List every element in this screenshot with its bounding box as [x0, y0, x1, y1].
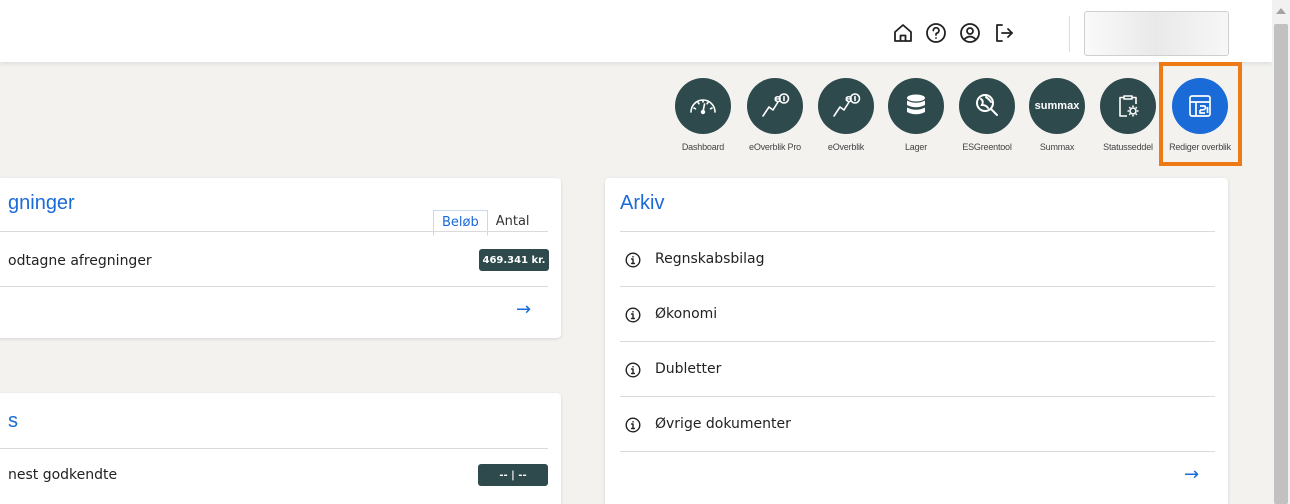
- app-eoverblik[interactable]: e eOverblik: [811, 78, 881, 152]
- app-summax[interactable]: summax Summax: [1022, 78, 1092, 152]
- info-icon: [625, 307, 641, 323]
- row-label: odtagne afregninger: [8, 253, 152, 269]
- database-icon: [888, 78, 944, 134]
- logout-icon[interactable]: [993, 22, 1015, 44]
- app-label: eOverblik Pro: [749, 142, 801, 152]
- divider: [620, 396, 1215, 397]
- app-label: Lager: [904, 142, 928, 152]
- value-badge: -- | --: [478, 464, 548, 486]
- list-item-label: Økonomi: [655, 306, 718, 322]
- app-lager[interactable]: Lager: [881, 78, 951, 152]
- card-title: s: [8, 410, 18, 432]
- divider: [0, 448, 548, 449]
- scroll-up-arrow[interactable]: [1276, 8, 1286, 14]
- app-label: ESGreentool: [962, 142, 1012, 152]
- help-icon[interactable]: [925, 22, 947, 44]
- divider: [620, 451, 1215, 452]
- globe-search-icon: [959, 78, 1015, 134]
- tab-group: Beløb Antal: [433, 210, 538, 236]
- svg-text:e: e: [774, 92, 781, 105]
- info-icon: [625, 252, 641, 268]
- amount-badge: 469.341 kr.: [479, 249, 549, 271]
- top-bar: [0, 0, 1272, 62]
- topbar-divider: [1069, 16, 1070, 52]
- app-eoverblik-pro[interactable]: e eOverblik Pro: [740, 78, 810, 152]
- divider: [0, 231, 548, 232]
- info-icon: [625, 417, 641, 433]
- svg-text:e: e: [845, 92, 852, 105]
- divider: [620, 286, 1215, 287]
- divider: [620, 341, 1215, 342]
- account-selector[interactable]: [1084, 11, 1229, 56]
- app-label: Statusseddel: [1103, 142, 1153, 152]
- user-icon[interactable]: [959, 22, 981, 44]
- home-icon[interactable]: [892, 22, 914, 44]
- list-item-label: Dubletter: [655, 361, 722, 377]
- divider: [620, 231, 1215, 232]
- app-label: Dashboard: [681, 142, 725, 152]
- app-statusseddel[interactable]: Statusseddel: [1093, 78, 1163, 152]
- app-label: Summax: [1039, 142, 1075, 152]
- highlight-box: [1159, 62, 1242, 166]
- info-icon: [625, 362, 641, 378]
- eoverblik-pro-icon: e: [747, 78, 803, 134]
- scrollbar[interactable]: [1272, 0, 1290, 504]
- tab-antal[interactable]: Antal: [488, 210, 538, 236]
- list-item-label: Regnskabsbilag: [655, 251, 765, 267]
- card-title: Arkiv: [620, 192, 665, 214]
- eoverblik-icon: e: [818, 78, 874, 134]
- summax-logo: summax: [1029, 78, 1085, 134]
- clipboard-gear-icon: [1100, 78, 1156, 134]
- row-label: nest godkendte: [8, 467, 118, 483]
- gauge-icon: [675, 78, 731, 134]
- list-item-label: Øvrige dokumenter: [655, 416, 791, 432]
- tab-beloeb[interactable]: Beløb: [433, 210, 488, 236]
- arrow-right-icon[interactable]: →: [516, 299, 531, 320]
- app-dashboard[interactable]: Dashboard: [668, 78, 738, 152]
- scroll-thumb[interactable]: [1274, 24, 1288, 504]
- app-label: eOverblik: [827, 142, 865, 152]
- arrow-right-icon[interactable]: →: [1184, 464, 1199, 485]
- app-esgreentool[interactable]: ESGreentool: [952, 78, 1022, 152]
- divider: [0, 286, 548, 287]
- card-title: gninger: [8, 192, 75, 214]
